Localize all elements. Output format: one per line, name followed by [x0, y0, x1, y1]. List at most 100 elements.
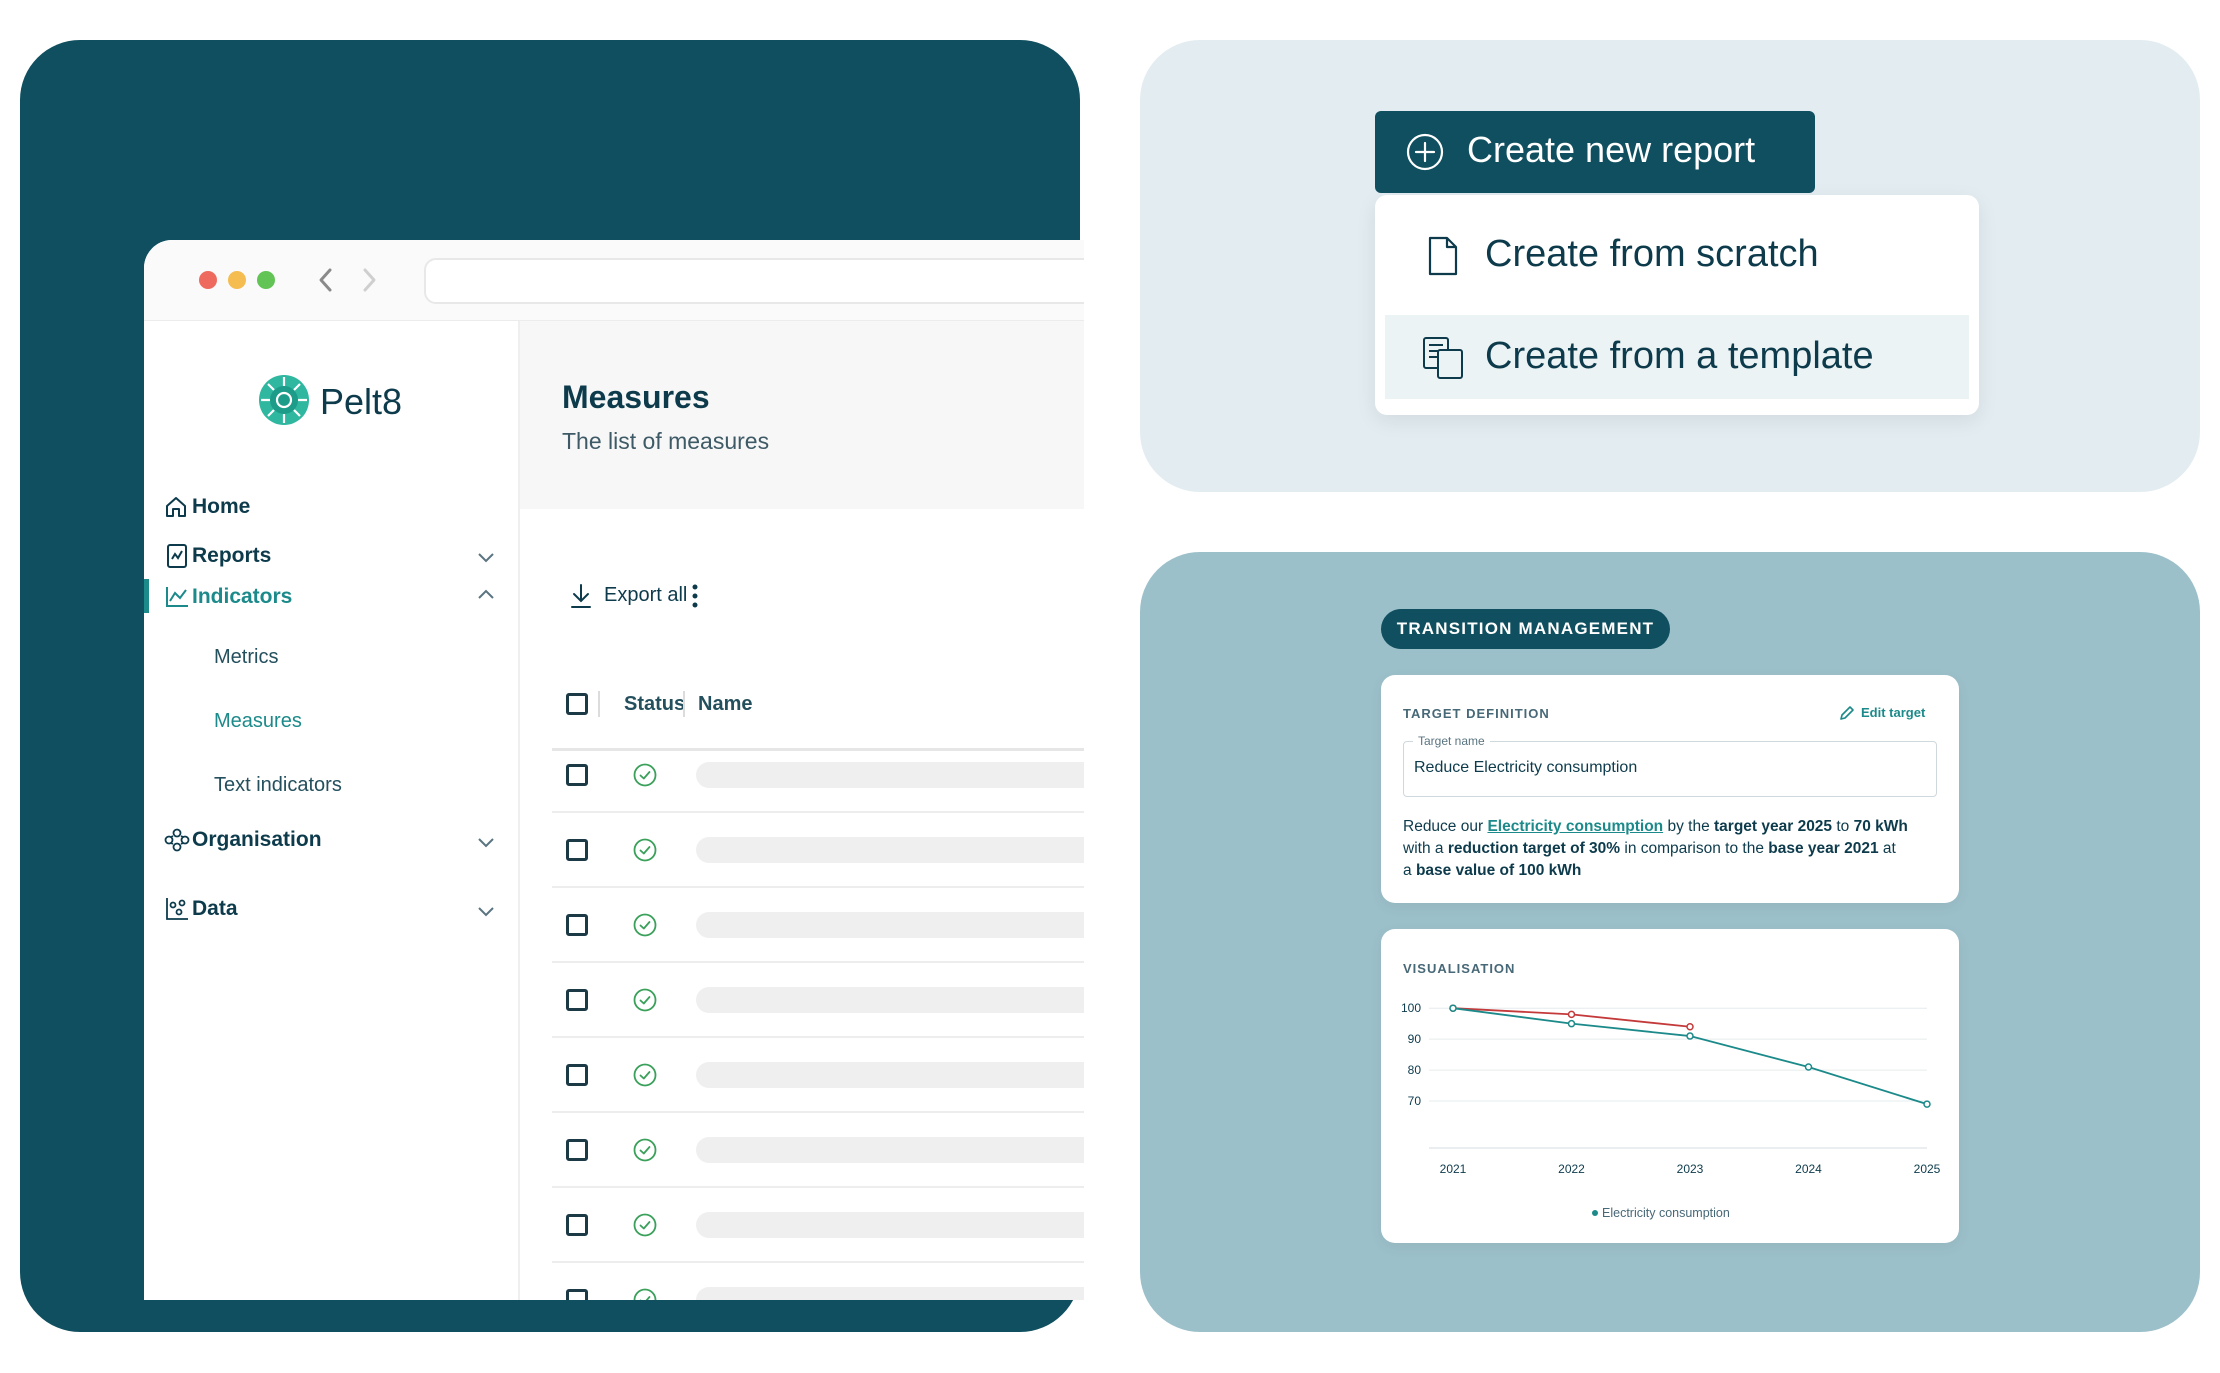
row-checkbox[interactable]	[566, 1139, 588, 1161]
reports-icon	[167, 544, 187, 568]
menu-item-create-from-scratch[interactable]: Create from scratch	[1485, 233, 1819, 276]
consumption-line-chart: 70 80 90 100 2021 2022 2023 2024 2025 Electricity…	[1401, 1001, 1941, 1220]
y-tick-label: 90	[1408, 1032, 1422, 1046]
sidebar-item-organisation[interactable]: Organisation	[192, 828, 322, 852]
sidebar-item-data[interactable]: Data	[192, 897, 238, 921]
table-row-divider	[552, 1036, 1084, 1038]
status-check-icon	[633, 1063, 657, 1087]
sidebar-item-indicators[interactable]: Indicators	[192, 585, 292, 609]
main-content: Measures The list of measures Export all…	[520, 321, 1084, 1300]
data-point	[1923, 1100, 1931, 1108]
sidebar-item-metrics[interactable]: Metrics	[214, 646, 278, 669]
transition-management-badge: TRANSITION MANAGEMENT	[1381, 609, 1670, 649]
column-header-status[interactable]: Status	[624, 693, 685, 716]
name-placeholder	[696, 1062, 1084, 1088]
status-check-icon	[633, 988, 657, 1012]
y-tick-label: 80	[1408, 1063, 1422, 1077]
export-all-button[interactable]: Export all	[604, 584, 687, 607]
name-placeholder	[696, 1212, 1084, 1238]
chevron-down-icon[interactable]	[474, 899, 498, 923]
sidebar-item-measures[interactable]: Measures	[214, 710, 302, 733]
data-point	[1686, 1023, 1694, 1031]
visualisation-card: VISUALISATION 70 80 90 100 2021 2022 2023 2024 2…	[1381, 929, 1959, 1243]
table-row-divider	[552, 1111, 1084, 1113]
row-checkbox[interactable]	[566, 839, 588, 861]
table-row-divider	[552, 961, 1084, 963]
file-icon	[1428, 236, 1458, 276]
page-title: Measures	[562, 379, 710, 415]
page-subtitle: The list of measures	[562, 428, 770, 454]
menu-item-create-from-template[interactable]: Create from a template	[1485, 335, 1874, 378]
sidebar: Pelt8 Home Reports Indicators Metrics Me…	[144, 321, 520, 1300]
page-header: Measures The list of measures	[520, 321, 1084, 509]
name-placeholder	[696, 987, 1084, 1013]
chevron-down-icon[interactable]	[474, 830, 498, 854]
minimize-window-button[interactable]	[228, 271, 246, 289]
row-checkbox[interactable]	[566, 914, 588, 936]
data-point	[1686, 1032, 1694, 1040]
status-check-icon	[633, 913, 657, 937]
row-checkbox[interactable]	[566, 764, 588, 786]
sidebar-item-text-indicators[interactable]: Text indicators	[214, 774, 342, 797]
create-new-report-button[interactable]: Create new report	[1375, 111, 1815, 193]
address-bar[interactable]	[424, 258, 1084, 304]
create-new-report-label: Create new report	[1467, 129, 1756, 170]
edit-target-button[interactable]: Edit target	[1861, 705, 1925, 720]
legend-marker	[1592, 1210, 1598, 1216]
table-row-divider	[552, 1186, 1084, 1188]
row-checkbox[interactable]	[566, 1064, 588, 1086]
template-icon	[1423, 337, 1463, 379]
data-point	[1567, 1019, 1576, 1028]
forward-arrow-icon[interactable]	[357, 266, 381, 294]
download-icon[interactable]	[570, 583, 592, 609]
data-point	[1567, 1010, 1576, 1019]
status-check-icon	[633, 1213, 657, 1237]
row-checkbox[interactable]	[566, 1289, 588, 1300]
data-point	[1449, 1004, 1457, 1012]
table-header-divider	[552, 748, 1084, 751]
plus-circle-icon	[1406, 133, 1444, 171]
chevron-up-icon[interactable]	[474, 583, 498, 607]
indicators-icon	[166, 587, 188, 607]
name-placeholder	[696, 837, 1084, 863]
status-check-icon	[633, 763, 657, 787]
status-check-icon	[633, 1138, 657, 1162]
more-options-icon[interactable]	[690, 583, 700, 609]
target-description: Reduce our Electricity consumption by th…	[1403, 818, 1908, 879]
back-arrow-icon[interactable]	[314, 266, 338, 294]
column-header-name[interactable]: Name	[698, 693, 752, 716]
x-tick-label: 2025	[1914, 1162, 1941, 1176]
column-divider	[598, 691, 600, 717]
maximize-window-button[interactable]	[257, 271, 275, 289]
electricity-consumption-link[interactable]: Electricity consumption	[1487, 818, 1663, 835]
report-options-menu: Create from scratch Create from a templa…	[1375, 195, 1979, 415]
edit-pencil-icon[interactable]	[1839, 705, 1855, 721]
name-placeholder	[696, 1137, 1084, 1163]
target-definition-heading: TARGET DEFINITION	[1403, 706, 1550, 721]
close-window-button[interactable]	[199, 271, 217, 289]
select-all-checkbox[interactable]	[566, 693, 588, 715]
name-placeholder	[696, 912, 1084, 938]
name-placeholder	[696, 762, 1084, 788]
status-check-icon	[633, 1288, 657, 1300]
data-icon	[166, 898, 188, 920]
x-tick-label: 2022	[1558, 1162, 1585, 1176]
x-tick-label: 2023	[1677, 1162, 1704, 1176]
legend-label: Electricity consumption	[1602, 1206, 1730, 1220]
row-checkbox[interactable]	[566, 989, 588, 1011]
data-point	[1804, 1063, 1813, 1071]
target-name-field-label: Target name	[1413, 734, 1490, 748]
y-tick-label: 100	[1401, 1001, 1421, 1015]
table-row-divider	[552, 811, 1084, 813]
table-row-divider	[552, 886, 1084, 888]
target-definition-card: TARGET DEFINITION Edit target Target nam…	[1381, 675, 1959, 903]
browser-window: Pelt8 Home Reports Indicators Metrics Me…	[144, 240, 1084, 1300]
chevron-down-icon[interactable]	[474, 545, 498, 569]
active-indicator-bar	[144, 579, 149, 613]
brand-name: Pelt8	[320, 381, 403, 422]
row-checkbox[interactable]	[566, 1214, 588, 1236]
sidebar-item-home[interactable]: Home	[192, 495, 250, 519]
sidebar-item-reports[interactable]: Reports	[192, 544, 271, 568]
organisation-icon	[164, 828, 190, 852]
column-divider	[683, 691, 685, 717]
